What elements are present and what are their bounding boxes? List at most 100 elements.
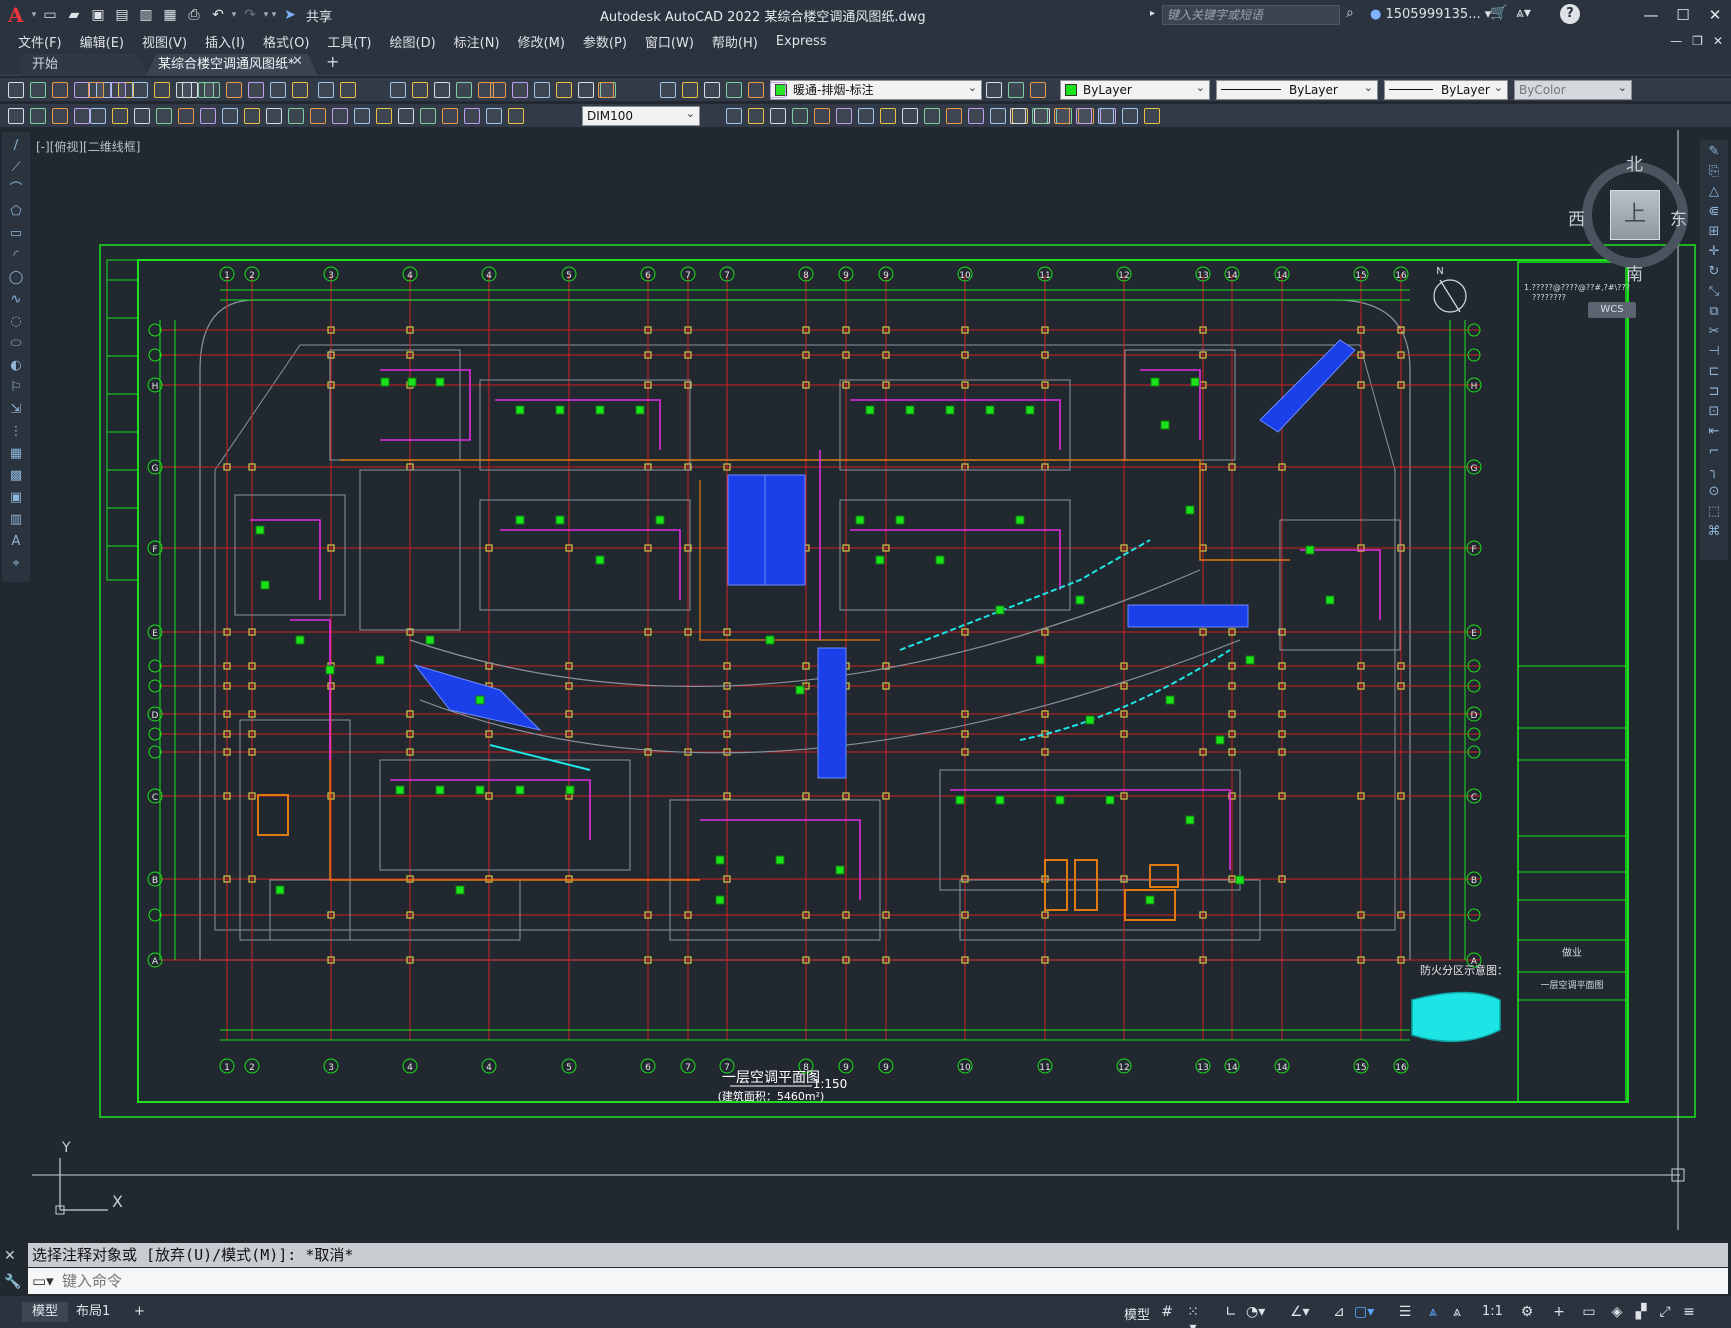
- toolbar-tool-icon[interactable]: [226, 82, 242, 98]
- search-input[interactable]: 键入关键字或短语: [1162, 5, 1340, 25]
- toolbar-tool-icon[interactable]: [376, 108, 392, 124]
- modify-tool-icon[interactable]: ⧉: [1706, 304, 1722, 320]
- dimstyle-combo[interactable]: DIM100: [582, 106, 700, 126]
- toolbar-tool-icon[interactable]: [880, 108, 896, 124]
- toolbar-tool-icon[interactable]: [204, 82, 220, 98]
- toolbar-tool-icon[interactable]: [486, 108, 502, 124]
- plot-icon[interactable]: ⎙: [185, 6, 203, 24]
- close-command-icon[interactable]: ✕: [4, 1248, 26, 1264]
- autocad-logo-icon[interactable]: A: [8, 4, 30, 26]
- toolbar-tool-icon[interactable]: [154, 82, 170, 98]
- toolbar-tool-icon[interactable]: [354, 108, 370, 124]
- menu-modify[interactable]: 修改(M): [509, 32, 574, 51]
- modify-tool-icon[interactable]: ⊡: [1706, 404, 1722, 420]
- customize-command-icon[interactable]: 🔧: [4, 1274, 26, 1290]
- toolbar-tool-icon[interactable]: [420, 108, 436, 124]
- menu-parametric[interactable]: 参数(P): [574, 32, 636, 51]
- command-prompt-icon[interactable]: ▭▾: [32, 1268, 62, 1294]
- menu-edit[interactable]: 编辑(E): [71, 32, 133, 51]
- share-icon[interactable]: ➤: [281, 6, 299, 24]
- menu-express[interactable]: Express: [767, 34, 836, 49]
- toolbar-tool-icon[interactable]: [968, 108, 984, 124]
- viewcube-west[interactable]: 西: [1568, 205, 1585, 230]
- command-input[interactable]: ▭▾ 键入命令: [28, 1268, 1728, 1294]
- customization-icon[interactable]: ≡: [1680, 1304, 1698, 1320]
- toolbar-tool-icon[interactable]: [310, 108, 326, 124]
- save-as-icon[interactable]: ▤: [113, 6, 131, 24]
- toolbar-tool-icon[interactable]: [814, 108, 830, 124]
- toolbar-tool-icon[interactable]: [412, 82, 428, 98]
- annotation-visibility-icon[interactable]: ⩓: [1424, 1304, 1442, 1320]
- toolbar-tool-icon[interactable]: [1030, 82, 1046, 98]
- layer-combo[interactable]: 暖通-排烟-标注: [770, 80, 982, 100]
- toolbar-tool-icon[interactable]: [88, 82, 104, 98]
- toolbar-tool-icon[interactable]: [1122, 108, 1138, 124]
- toolbar-tool-icon[interactable]: [990, 108, 1006, 124]
- toolbar-tool-icon[interactable]: [660, 82, 676, 98]
- draw-tool-icon[interactable]: ⇲: [8, 402, 24, 418]
- draw-tool-icon[interactable]: ⬠: [8, 204, 24, 220]
- toolbar-tool-icon[interactable]: [534, 82, 550, 98]
- viewport-controls[interactable]: [-][俯视][二维线框]: [36, 138, 140, 155]
- toolbar-tool-icon[interactable]: [748, 82, 764, 98]
- modify-tool-icon[interactable]: ⌐: [1706, 444, 1722, 460]
- new-tab-button[interactable]: +: [326, 52, 339, 71]
- viewcube-north[interactable]: 北: [1626, 150, 1643, 175]
- menu-view[interactable]: 视图(V): [133, 32, 196, 51]
- toolbar-tool-icon[interactable]: [464, 108, 480, 124]
- toolbar-tool-icon[interactable]: [456, 82, 472, 98]
- clean-screen-icon[interactable]: ⤢: [1656, 1304, 1674, 1320]
- viewcube-south[interactable]: 南: [1626, 260, 1643, 285]
- share-button[interactable]: 共享: [306, 6, 332, 25]
- polar-icon[interactable]: ◔▾: [1246, 1304, 1265, 1320]
- close-button[interactable]: ✕: [1700, 4, 1730, 26]
- redo-dropdown-icon[interactable]: ▾: [262, 10, 270, 20]
- modify-tool-icon[interactable]: ⬚: [1706, 504, 1722, 520]
- toolbar-tool-icon[interactable]: [442, 108, 458, 124]
- snap-icon[interactable]: ⁙▾: [1184, 1304, 1202, 1328]
- add-layout-button[interactable]: +: [124, 1302, 155, 1322]
- modify-tool-icon[interactable]: ╮: [1706, 464, 1722, 480]
- toolbar-tool-icon[interactable]: [770, 82, 786, 98]
- toolbar-tool-icon[interactable]: [182, 82, 198, 98]
- menu-help[interactable]: 帮助(H): [703, 32, 767, 51]
- toolbar-tool-icon[interactable]: [598, 82, 614, 98]
- search-icon[interactable]: ⌕: [1346, 5, 1364, 23]
- draw-tool-icon[interactable]: ◜: [8, 248, 24, 264]
- draw-tool-icon[interactable]: ▭: [8, 226, 24, 242]
- doc-close-button[interactable]: ✕: [1713, 34, 1723, 48]
- modify-tool-icon[interactable]: ⎘: [1706, 164, 1722, 180]
- toolbar-tool-icon[interactable]: [1010, 108, 1026, 124]
- command-line-handle[interactable]: ✕ 🔧: [4, 1248, 26, 1296]
- toolbar-tool-icon[interactable]: [332, 108, 348, 124]
- search-expand-icon[interactable]: ▸: [1150, 8, 1155, 19]
- toolbar-tool-icon[interactable]: [8, 82, 24, 98]
- undo-dropdown-icon[interactable]: ▾: [230, 10, 238, 20]
- wcs-menu[interactable]: WCS: [1588, 302, 1636, 318]
- user-account[interactable]: ● 1505999135... ▾: [1370, 7, 1491, 22]
- toolbar-tool-icon[interactable]: [1054, 108, 1070, 124]
- toolbar-tool-icon[interactable]: [292, 82, 308, 98]
- toolbar-tool-icon[interactable]: [52, 108, 68, 124]
- annotation-monitor-icon[interactable]: +: [1550, 1304, 1568, 1320]
- osnap-tracking-icon[interactable]: ∠▾: [1290, 1304, 1310, 1320]
- minimize-button[interactable]: —: [1636, 4, 1666, 26]
- save-icon[interactable]: ▣: [89, 6, 107, 24]
- selection-cycling-icon[interactable]: ▢▾: [1354, 1304, 1374, 1320]
- open-file-icon[interactable]: ▰: [65, 6, 83, 24]
- tab-close-icon[interactable]: ✕: [292, 54, 303, 69]
- toolbar-tool-icon[interactable]: [578, 82, 594, 98]
- toolbar-tool-icon[interactable]: [112, 108, 128, 124]
- modify-tool-icon[interactable]: ⋐: [1706, 204, 1722, 220]
- menu-dimension[interactable]: 标注(N): [445, 32, 509, 51]
- toolbar-tool-icon[interactable]: [340, 82, 356, 98]
- hardware-acceleration-icon[interactable]: ▞: [1632, 1304, 1650, 1320]
- toolbar-tool-icon[interactable]: [1076, 108, 1092, 124]
- toolbar-tool-icon[interactable]: [512, 82, 528, 98]
- modify-tool-icon[interactable]: ✛: [1706, 244, 1722, 260]
- toolbar-tool-icon[interactable]: [726, 108, 742, 124]
- tab-start[interactable]: 开始: [20, 54, 150, 76]
- menu-format[interactable]: 格式(O): [254, 32, 318, 51]
- model-space-button[interactable]: 模型: [1124, 1304, 1150, 1323]
- toolbar-tool-icon[interactable]: [30, 108, 46, 124]
